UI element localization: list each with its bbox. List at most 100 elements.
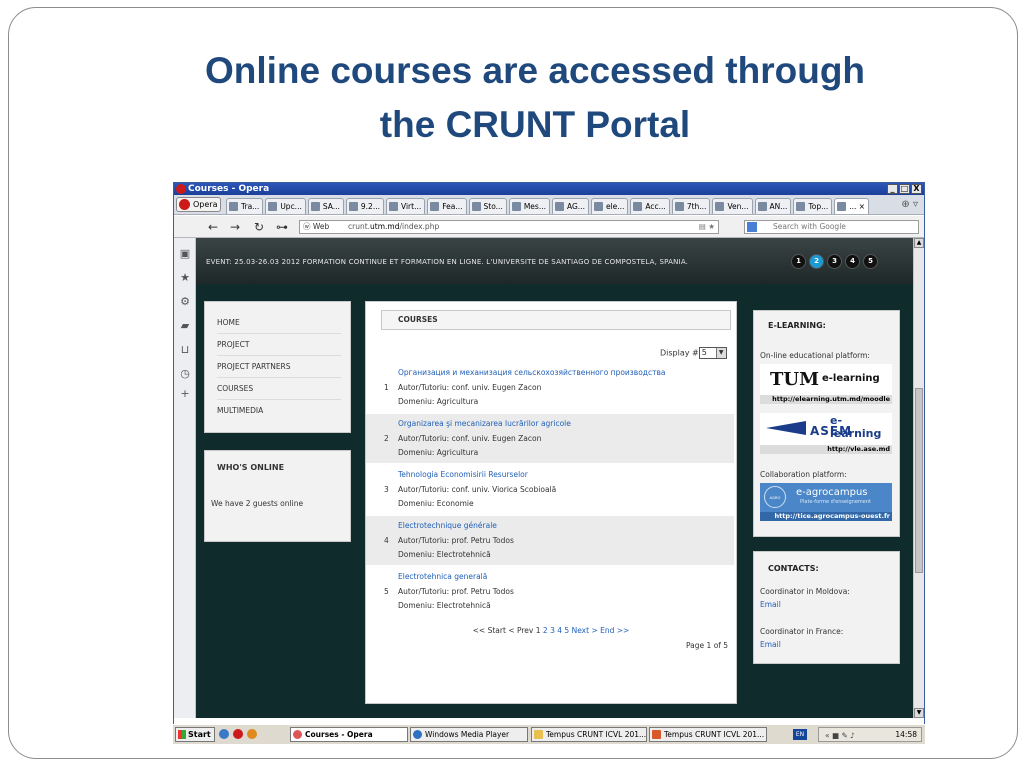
opera-icon [176, 184, 186, 194]
system-tray: EN « ■ ✎ ♪ 14:58 [793, 727, 922, 742]
course-title-link[interactable]: Организация и механизация сельскохозяйст… [398, 368, 666, 377]
nav-project[interactable]: PROJECT [217, 334, 341, 356]
opera-menu-button[interactable]: Opera [176, 197, 221, 212]
nav-multimedia[interactable]: MULTIMEDIA [217, 400, 341, 422]
tab-8[interactable]: Mes... [508, 198, 550, 214]
taskbar-item-powerpoint[interactable]: Tempus CRUNT ICVL 201... [649, 727, 767, 742]
course-title-link[interactable]: Electrotehnica generală [398, 572, 487, 581]
favicon-icon [310, 202, 320, 211]
key-icon[interactable]: ⊶ [276, 220, 288, 234]
new-tab-icon[interactable]: ⊕ ▿ [901, 199, 918, 210]
language-indicator[interactable]: EN [793, 729, 807, 740]
tab-13[interactable]: Ven... [712, 198, 753, 214]
tab-11[interactable]: Acc... [630, 198, 670, 214]
tab-5[interactable]: Virt... [386, 198, 426, 214]
pagination-next[interactable]: Next > [572, 626, 598, 635]
pagination-end[interactable]: End >> [600, 626, 629, 635]
opera-quick-icon[interactable] [233, 729, 243, 739]
agrocampus-link[interactable]: AGRO CAMPUS e-agrocampus Plate-forme d'e… [760, 483, 892, 522]
taskbar-item-media-player[interactable]: Windows Media Player [410, 727, 528, 742]
window-titlebar: Courses - Opera _ □ X [174, 183, 924, 195]
page-scrollbar[interactable]: ▲ ▼ [913, 238, 924, 718]
notes-icon[interactable]: ▰ [179, 320, 191, 332]
tab-12[interactable]: 7th... [671, 198, 711, 214]
pager-4[interactable]: 4 [845, 254, 860, 269]
favicon-icon [268, 202, 278, 211]
scroll-up-icon[interactable]: ▲ [914, 238, 924, 248]
tray-icons[interactable]: « ■ ✎ ♪ [825, 729, 855, 742]
windows-logo-icon [178, 730, 186, 739]
course-row: 2 Organizarea şi mecanizarea lucrărilor … [366, 414, 734, 463]
history-clock-icon[interactable]: ◷ [179, 368, 191, 380]
course-row: 3 Tehnologia Economisirii Resurselor Aut… [384, 470, 557, 508]
widgets-gear-icon[interactable]: ⚙ [179, 296, 191, 308]
pagination-page-5[interactable]: 5 [564, 626, 569, 635]
taskbar-item-folder[interactable]: Tempus CRUNT ICVL 201... [531, 727, 647, 742]
course-title-link[interactable]: Electrotechnique générale [398, 521, 497, 530]
chevron-down-icon: ▼ [715, 348, 726, 358]
tab-4[interactable]: 9.2... [345, 198, 384, 214]
nav-courses[interactable]: COURSES [217, 378, 341, 400]
pagination-prev: < Prev [508, 626, 534, 635]
scroll-thumb[interactable] [915, 388, 923, 573]
bookmark-star-icon[interactable]: ▤ ★ [699, 221, 715, 233]
minimize-button[interactable]: _ [887, 184, 898, 194]
slide-title-line-2: the CRUNT Portal [379, 104, 691, 145]
downloads-icon[interactable]: ⊔ [179, 344, 191, 356]
reload-icon[interactable]: ↻ [254, 220, 264, 234]
pagination-page-2[interactable]: 2 [543, 626, 548, 635]
course-row: 4 Electrotechnique générale Autor/Tutori… [366, 516, 734, 565]
google-icon [747, 222, 757, 232]
whos-online-box: WHO'S ONLINE We have 2 guests online [204, 450, 351, 542]
tab-6[interactable]: Fea... [427, 198, 467, 214]
display-select[interactable]: 5 ▼ [698, 347, 727, 359]
event-banner: EVENT: 25.03-26.03 2012 FORMATION CONTIN… [196, 238, 913, 284]
pager-5[interactable]: 5 [863, 254, 878, 269]
asem-elearning-link[interactable]: e-learning ASEM http://vle.ase.md [760, 413, 892, 454]
courses-header: COURSES [381, 310, 731, 330]
taskbar-item-courses-opera[interactable]: Courses - Opera [290, 727, 408, 742]
moldova-email-link[interactable]: Email [760, 600, 781, 609]
tab-1[interactable]: Tra... [226, 198, 264, 214]
ie-icon[interactable] [219, 729, 229, 739]
back-icon[interactable]: ← [208, 220, 218, 234]
add-panel-icon[interactable]: + [179, 388, 191, 400]
course-title-link[interactable]: Organizarea şi mecanizarea lucrărilor ag… [398, 419, 571, 428]
page-counter: Page 1 of 5 [686, 641, 729, 650]
tab-10[interactable]: ele... [590, 198, 629, 214]
tab-active-courses[interactable]: ... × [834, 198, 870, 214]
pagination-page-3[interactable]: 3 [550, 626, 555, 635]
bookmarks-star-icon[interactable]: ★ [179, 272, 191, 284]
course-title-link[interactable]: Tehnologia Economisirii Resurselor [398, 470, 528, 479]
windows-taskbar: Start Courses - Opera Windows Media Play… [173, 724, 925, 744]
pager-1[interactable]: 1 [791, 254, 806, 269]
tab-2[interactable]: Upc... [265, 198, 306, 214]
search-field[interactable]: Search with Google [744, 220, 919, 234]
france-email-link[interactable]: Email [760, 640, 781, 649]
nav-project-partners[interactable]: PROJECT PARTNERS [217, 356, 341, 378]
utm-elearning-link[interactable]: TUM e-learning http://elearning.utm.md/m… [760, 364, 892, 404]
pager-3[interactable]: 3 [827, 254, 842, 269]
pager-2-active[interactable]: 2 [809, 254, 824, 269]
forward-icon[interactable]: → [230, 220, 240, 234]
address-field[interactable]: ⓦ Web crunt.utm.md/index.php ▤ ★ [299, 220, 719, 234]
tab-3[interactable]: SA... [307, 198, 344, 214]
start-button[interactable]: Start [175, 727, 215, 742]
whos-online-title: WHO'S ONLINE [217, 463, 285, 472]
address-toolbar: ← → ↻ ⊶ ⓦ Web crunt.utm.md/index.php ▤ ★… [174, 216, 924, 238]
tab-14[interactable]: AN... [754, 198, 792, 214]
favicon-icon [674, 202, 684, 211]
close-button[interactable]: X [911, 184, 922, 194]
firefox-icon[interactable] [247, 729, 257, 739]
favicon-icon [554, 202, 564, 211]
scroll-down-icon[interactable]: ▼ [914, 708, 924, 718]
tab-15[interactable]: Top... [793, 198, 833, 214]
tab-7[interactable]: Sto... [468, 198, 507, 214]
tab-list: Tra... Upc... SA... 9.2... Virt... Fea..… [226, 198, 870, 214]
nav-home[interactable]: HOME [217, 312, 341, 334]
speed-dial-icon[interactable]: ▣ [179, 248, 191, 260]
tab-9[interactable]: AG... [551, 198, 589, 214]
pagination-page-4[interactable]: 4 [557, 626, 562, 635]
tab-close-icon[interactable]: × [859, 202, 865, 211]
maximize-button[interactable]: □ [899, 184, 910, 194]
